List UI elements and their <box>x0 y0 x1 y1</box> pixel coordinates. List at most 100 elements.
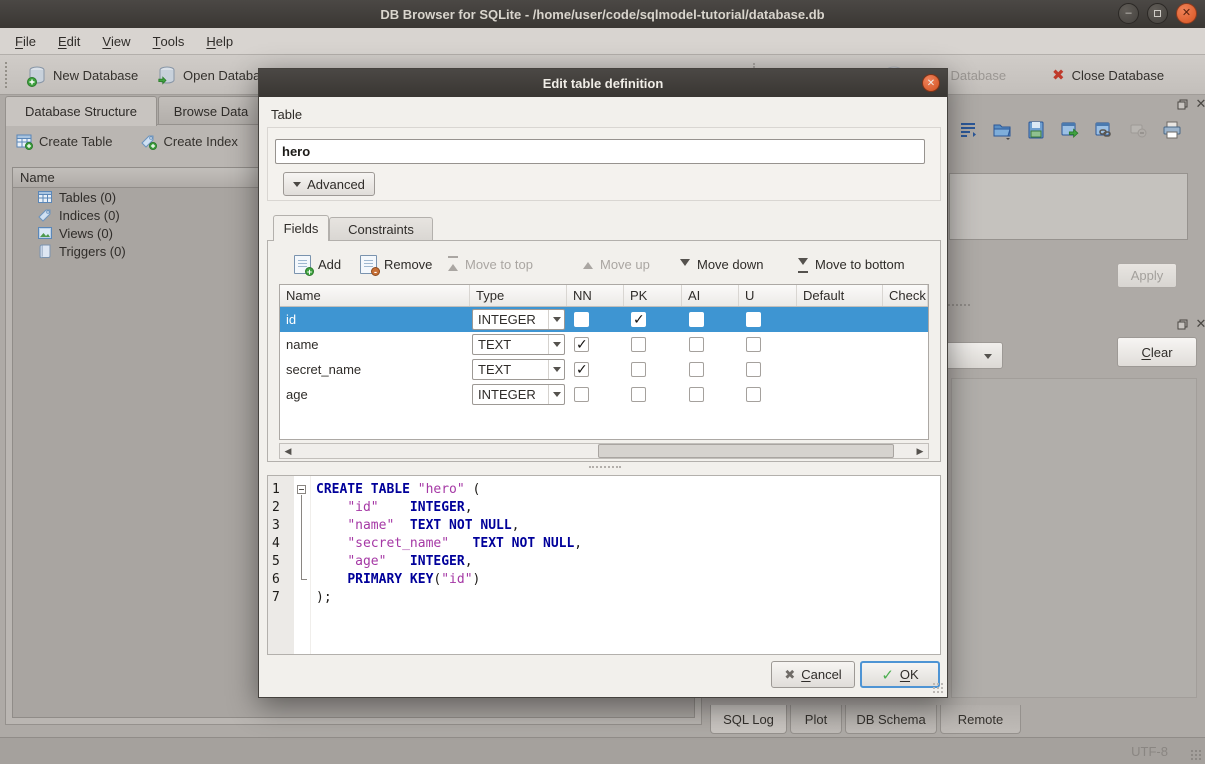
menu-edit[interactable]: Edit <box>47 28 91 54</box>
scroll-right-icon[interactable]: ▶ <box>912 444 928 458</box>
field-row-id[interactable]: id INTEGER <box>280 307 928 332</box>
u-checkbox[interactable] <box>746 312 761 327</box>
move-to-top-icon <box>448 256 458 273</box>
default-cell[interactable] <box>797 382 883 407</box>
type-combobox[interactable]: TEXT <box>472 334 565 355</box>
table-label: Table <box>271 107 302 122</box>
sql-preview[interactable]: 1234567 CREATE TABLE "hero" ( "id" INTEG… <box>267 475 941 655</box>
pk-checkbox[interactable] <box>631 312 646 327</box>
type-combobox[interactable]: TEXT <box>472 359 565 380</box>
menu-view[interactable]: View <box>91 28 141 54</box>
field-row-name[interactable]: name TEXT <box>280 332 928 357</box>
move-to-bottom-button[interactable]: Move to bottom <box>798 252 905 276</box>
close-database-button[interactable]: ✖ Close Database <box>1052 62 1164 88</box>
menu-file[interactable]: File <box>4 28 47 54</box>
remove-field-button[interactable]: - Remove <box>360 252 432 276</box>
resize-grip[interactable] <box>1190 749 1202 761</box>
new-database-icon <box>28 66 46 85</box>
window-titlebar[interactable]: DB Browser for SQLite - /home/user/code/… <box>0 0 1205 28</box>
pk-checkbox[interactable] <box>631 362 646 377</box>
ok-button[interactable]: ✓ OK <box>860 661 940 688</box>
tab-sql-log[interactable]: SQL Log <box>710 705 787 734</box>
cancel-button[interactable]: ✖ Cancel <box>771 661 855 688</box>
check-cell[interactable] <box>883 357 928 382</box>
dock-close-icon[interactable]: ✕ <box>1195 318 1205 330</box>
move-to-top-button[interactable]: Move to top <box>448 252 533 276</box>
dialog-resize-grip[interactable] <box>932 682 944 694</box>
set-null-icon[interactable] <box>1128 120 1148 140</box>
add-field-button[interactable]: + Add <box>294 252 341 276</box>
link-icon[interactable] <box>1094 120 1114 140</box>
dock-float-icon[interactable] <box>1176 98 1188 110</box>
import-icon[interactable] <box>992 120 1012 140</box>
dock-float-icon[interactable] <box>1176 318 1188 330</box>
default-cell[interactable] <box>797 357 883 382</box>
cell-editor-area[interactable] <box>949 173 1188 240</box>
nn-checkbox[interactable] <box>574 362 589 377</box>
field-row-secret-name[interactable]: secret_name TEXT <box>280 357 928 382</box>
scroll-left-icon[interactable]: ◀ <box>280 444 296 458</box>
close-icon[interactable]: ✕ <box>1176 3 1197 24</box>
advanced-toggle-button[interactable]: Advanced <box>283 172 375 196</box>
save-icon[interactable] <box>1026 120 1046 140</box>
move-up-icon <box>583 257 593 269</box>
tab-db-schema[interactable]: DB Schema <box>845 705 937 734</box>
default-cell[interactable] <box>797 307 883 332</box>
check-cell[interactable] <box>883 332 928 357</box>
check-cell[interactable] <box>883 382 928 407</box>
tab-remote[interactable]: Remote <box>940 705 1021 734</box>
menu-help[interactable]: Help <box>195 28 244 54</box>
u-checkbox[interactable] <box>746 362 761 377</box>
ai-checkbox[interactable] <box>689 312 704 327</box>
tab-database-structure[interactable]: Database Structure <box>5 96 157 126</box>
move-up-button[interactable]: Move up <box>583 252 650 276</box>
move-down-button[interactable]: Move down <box>680 252 763 276</box>
create-index-button[interactable]: Create Index <box>140 133 237 149</box>
u-checkbox[interactable] <box>746 387 761 402</box>
type-combobox[interactable]: INTEGER <box>472 309 565 330</box>
u-checkbox[interactable] <box>746 337 761 352</box>
scrollbar-thumb[interactable] <box>598 444 894 458</box>
nn-checkbox[interactable] <box>574 337 589 352</box>
fields-horizontal-scrollbar[interactable]: ◀ ▶ <box>279 443 929 459</box>
ai-checkbox[interactable] <box>689 362 704 377</box>
open-database-button[interactable]: Open Database <box>158 62 274 88</box>
field-row-age[interactable]: age INTEGER <box>280 382 928 407</box>
menu-tools[interactable]: Tools <box>142 28 196 54</box>
nn-checkbox[interactable] <box>574 312 589 327</box>
table-name-input[interactable] <box>275 139 925 164</box>
create-table-button[interactable]: Create Table <box>16 133 112 149</box>
print-icon[interactable] <box>1162 120 1182 140</box>
dialog-splitter-handle[interactable] <box>589 466 621 469</box>
pk-checkbox[interactable] <box>631 387 646 402</box>
tab-constraints[interactable]: Constraints <box>329 217 433 241</box>
clear-log-button[interactable]: Clear <box>1117 337 1197 367</box>
export-icon[interactable] <box>1060 120 1080 140</box>
fields-table-header[interactable]: Name Type NN PK AI U Default Check <box>280 285 928 307</box>
tab-browse-data[interactable]: Browse Data <box>158 96 264 125</box>
type-combobox[interactable]: INTEGER <box>472 384 565 405</box>
dialog-title: Edit table definition <box>543 76 664 91</box>
toolbar-drag-handle[interactable] <box>5 62 9 88</box>
encoding-label: UTF-8 <box>1131 744 1168 759</box>
fold-collapse-icon[interactable] <box>297 485 306 494</box>
tab-fields[interactable]: Fields <box>273 215 329 241</box>
word-wrap-icon[interactable] <box>958 120 978 140</box>
nn-checkbox[interactable] <box>574 387 589 402</box>
ai-checkbox[interactable] <box>689 337 704 352</box>
apply-button[interactable]: Apply <box>1117 263 1177 288</box>
dialog-titlebar[interactable]: Edit table definition ✕ <box>259 69 947 97</box>
sql-log-area[interactable] <box>951 378 1197 698</box>
ai-checkbox[interactable] <box>689 387 704 402</box>
minimize-icon[interactable]: – <box>1118 3 1139 24</box>
chevron-down-icon <box>984 354 992 363</box>
default-cell[interactable] <box>797 332 883 357</box>
dock-close-icon[interactable]: ✕ <box>1195 98 1205 110</box>
new-database-button[interactable]: New Database <box>28 62 138 88</box>
dialog-close-icon[interactable]: ✕ <box>922 74 940 92</box>
maximize-icon[interactable] <box>1147 3 1168 24</box>
check-cell[interactable] <box>883 307 928 332</box>
pk-checkbox[interactable] <box>631 337 646 352</box>
cancel-icon: ✖ <box>784 667 795 683</box>
tab-plot[interactable]: Plot <box>790 705 842 734</box>
